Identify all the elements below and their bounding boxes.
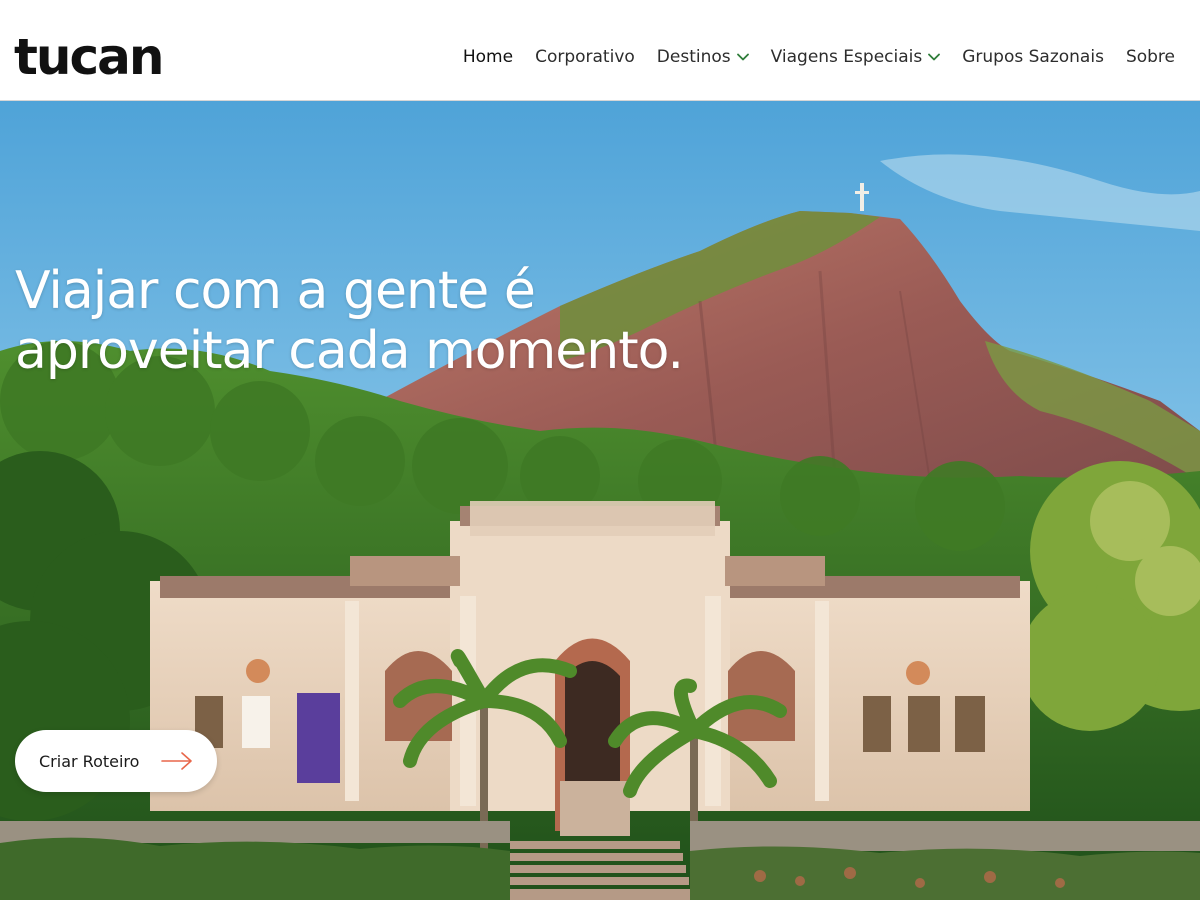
nav-item-label: Home xyxy=(462,47,514,67)
nav-item-destinos[interactable]: Destinos xyxy=(657,47,749,67)
chevron-down-icon xyxy=(928,53,941,61)
create-itinerary-button[interactable]: Criar Roteiro xyxy=(15,730,217,792)
brand-logo[interactable]: tucan xyxy=(14,28,164,86)
hero-headline-line-1: Viajar com a gente é xyxy=(15,261,536,321)
nav-item-viagens-especiais[interactable]: Viagens Especiais xyxy=(771,47,941,67)
nav-item-label: Corporativo xyxy=(535,47,635,67)
nav-item-home[interactable]: Home xyxy=(463,47,513,67)
nav-item-label: Destinos xyxy=(656,47,731,67)
site-header: tucan Home Corporativo Destinos Viagens … xyxy=(0,0,1200,101)
hero-section: Viajar com a gente é aproveitar cada mom… xyxy=(0,101,1200,900)
arrow-right-icon xyxy=(161,752,192,770)
nav-item-grupos-sazonais[interactable]: Grupos Sazonais xyxy=(962,47,1104,67)
nav-item-corporativo[interactable]: Corporativo xyxy=(535,47,635,67)
nav-item-label: Sobre xyxy=(1125,47,1175,67)
main-nav: Home Corporativo Destinos Viagens Especi… xyxy=(441,44,1175,70)
cta-label: Criar Roteiro xyxy=(39,751,140,771)
nav-item-label: Grupos Sazonais xyxy=(962,47,1104,67)
hero-headline-line-2: aproveitar cada momento. xyxy=(15,321,684,381)
nav-item-label: Viagens Especiais xyxy=(770,47,923,67)
chevron-down-icon xyxy=(736,53,749,61)
nav-item-sobre[interactable]: Sobre xyxy=(1126,47,1175,67)
hero-headline: Viajar com a gente é aproveitar cada mom… xyxy=(15,261,735,381)
